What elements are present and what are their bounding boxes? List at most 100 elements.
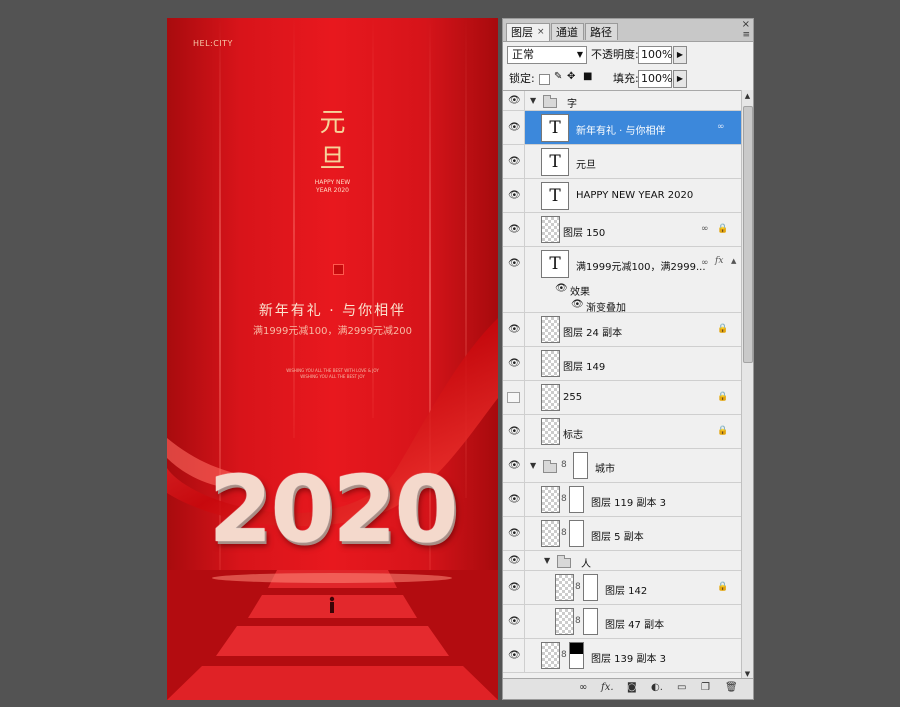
chevron-down-icon[interactable]: ▼ xyxy=(544,556,550,565)
layer-name: 图层 24 副本 xyxy=(563,328,623,339)
folder-icon xyxy=(557,555,571,568)
visibility-column: 👁 xyxy=(503,415,525,448)
lock-icon: 🔒 xyxy=(717,224,729,234)
eye-icon[interactable]: 👁 xyxy=(508,190,521,201)
layer-group[interactable]: 👁 ▼ 人 xyxy=(503,551,741,571)
lock-all-icon[interactable]: ■ xyxy=(583,71,592,82)
link-icon: 8 xyxy=(561,650,567,660)
eye-icon[interactable]: 👁 xyxy=(571,299,584,310)
lock-pixels-icon[interactable]: ✎ xyxy=(554,71,562,82)
layer-name: 满1999元减100，满2999... xyxy=(576,262,706,273)
eye-icon[interactable]: 👁 xyxy=(508,555,521,566)
fx-icon[interactable]: fx xyxy=(715,256,723,266)
visibility-column: 👁 xyxy=(503,639,525,672)
add-mask-icon[interactable]: ◙ xyxy=(627,682,637,693)
effect-item-row[interactable]: 👁 渐变叠加 xyxy=(503,297,741,314)
trash-icon[interactable]: 🗑 xyxy=(725,682,738,693)
lock-transparent-icon[interactable] xyxy=(539,74,550,85)
layer-mask-thumbnail xyxy=(573,452,588,479)
scroll-up-icon[interactable]: ▲ xyxy=(742,90,753,102)
fill-input[interactable]: 100% xyxy=(638,70,672,88)
eye-icon[interactable]: 👁 xyxy=(508,616,521,627)
layers-toolbar: ∞ fx. ◙ ◐. ▭ ❐ 🗑 xyxy=(503,678,753,699)
eye-icon[interactable]: 👁 xyxy=(508,494,521,505)
visibility-column: 👁 xyxy=(503,213,525,246)
lock-position-icon[interactable]: ✥ xyxy=(567,71,575,82)
layer-row[interactable]: 👁 标志 🔒 xyxy=(503,415,741,449)
layers-scrollbar[interactable]: ▲ ▼ xyxy=(741,90,753,680)
eye-icon[interactable]: 👁 xyxy=(508,95,521,106)
eye-icon[interactable]: 👁 xyxy=(508,156,521,167)
tab-channels[interactable]: 通道 xyxy=(551,23,584,40)
visibility-column xyxy=(503,281,525,297)
lock-label: 锁定: xyxy=(509,72,535,85)
link-layers-icon[interactable]: ∞ xyxy=(579,682,587,693)
lock-icon: 🔒 xyxy=(717,426,729,436)
layer-row[interactable]: 👁 T 元旦 xyxy=(503,145,741,179)
layer-row[interactable]: 👁 图层 150 ∞ 🔒 xyxy=(503,213,741,247)
layer-row[interactable]: 👁 T HAPPY NEW YEAR 2020 xyxy=(503,179,741,213)
layer-group[interactable]: 👁 ▼ 8 城市 xyxy=(503,449,741,483)
poster-canvas[interactable]: HEL:CITY 元 旦 HAPPY NEW YEAR 2020 新年有礼 · … xyxy=(167,18,498,700)
eye-icon[interactable]: 👁 xyxy=(508,224,521,235)
visibility-column: 👁 xyxy=(503,145,525,178)
chevron-down-icon[interactable]: ▼ xyxy=(530,461,536,470)
layer-mask-thumbnail xyxy=(583,574,598,601)
layer-name: 图层 150 xyxy=(563,228,606,239)
layer-row[interactable]: 👁 8 图层 142 🔒 xyxy=(503,571,741,605)
opacity-input[interactable]: 100% xyxy=(638,46,672,64)
blend-mode-select[interactable]: 正常 ▼ xyxy=(507,46,587,64)
layer-row-selected[interactable]: 👁 T 新年有礼 · 与你相伴 ∞ xyxy=(503,111,741,145)
eye-icon[interactable]: 👁 xyxy=(508,582,521,593)
layer-row[interactable]: 👁 图层 149 xyxy=(503,347,741,381)
panel-menu-icon[interactable]: ≡ xyxy=(742,30,750,40)
layer-mask-thumbnail xyxy=(569,642,584,669)
eye-icon[interactable]: 👁 xyxy=(508,324,521,335)
layer-group[interactable]: 👁 ▼ 字 xyxy=(503,91,741,111)
text-layer-icon: T xyxy=(541,250,569,278)
eye-icon[interactable]: 👁 xyxy=(508,358,521,369)
layer-row[interactable]: 255 🔒 xyxy=(503,381,741,415)
close-icon[interactable]: × xyxy=(742,19,750,30)
layer-row[interactable]: 👁 8 图层 5 副本 xyxy=(503,517,741,551)
eye-icon[interactable]: 👁 xyxy=(508,650,521,661)
link-icon: ∞ xyxy=(701,258,709,268)
eye-icon[interactable]: 👁 xyxy=(508,122,521,133)
scrollbar-thumb[interactable] xyxy=(743,106,753,363)
year-2020: 2020 xyxy=(208,456,458,563)
chevron-down-icon: ▼ xyxy=(576,50,583,59)
layer-name: 255 xyxy=(563,392,583,403)
eye-icon[interactable]: 👁 xyxy=(508,460,521,471)
visibility-column: 👁 xyxy=(503,483,525,516)
layer-thumbnail xyxy=(541,216,560,243)
tab-paths[interactable]: 路径 xyxy=(585,23,618,40)
visibility-column: 👁 xyxy=(503,551,525,570)
new-group-icon[interactable]: ▭ xyxy=(677,682,686,693)
layer-row[interactable]: 👁 8 图层 47 副本 xyxy=(503,605,741,639)
layer-row[interactable]: 👁 T 满1999元减100，满2999... ∞ fx ▲ xyxy=(503,247,741,281)
new-layer-icon[interactable]: ❐ xyxy=(701,682,710,693)
opacity-slider-arrow[interactable]: ▶ xyxy=(673,46,687,64)
chevron-up-icon[interactable]: ▲ xyxy=(731,257,736,265)
effects-row[interactable]: 👁 效果 xyxy=(503,281,741,298)
close-icon[interactable]: × xyxy=(537,27,545,37)
layer-row[interactable]: 👁 8 图层 119 副本 3 xyxy=(503,483,741,517)
fx-icon[interactable]: fx. xyxy=(601,682,614,693)
layer-row[interactable]: 👁 图层 24 副本 🔒 xyxy=(503,313,741,347)
visibility-toggle-off[interactable] xyxy=(507,392,520,403)
link-icon: 8 xyxy=(575,582,581,592)
chevron-down-icon[interactable]: ▼ xyxy=(530,96,536,105)
eye-icon[interactable]: 👁 xyxy=(508,258,521,269)
layer-name: HAPPY NEW YEAR 2020 xyxy=(576,190,694,201)
adjustment-layer-icon[interactable]: ◐. xyxy=(651,682,663,693)
eye-icon[interactable]: 👁 xyxy=(555,283,568,294)
text-layer-icon: T xyxy=(541,182,569,210)
eye-icon[interactable]: 👁 xyxy=(508,528,521,539)
fill-slider-arrow[interactable]: ▶ xyxy=(673,70,687,88)
link-icon: 8 xyxy=(561,460,567,470)
layers-list: 👁 ▼ 字 👁 T 新年有礼 · 与你相伴 ∞ 👁 T 元旦 👁 T HAPPY… xyxy=(503,90,741,681)
eye-icon[interactable]: 👁 xyxy=(508,426,521,437)
link-icon: 8 xyxy=(561,494,567,504)
layer-row[interactable]: 👁 8 图层 139 副本 3 xyxy=(503,639,741,673)
poster-fine-print: WISHING YOU ALL THE BEST WITH LOVE & JOY xyxy=(286,368,379,373)
